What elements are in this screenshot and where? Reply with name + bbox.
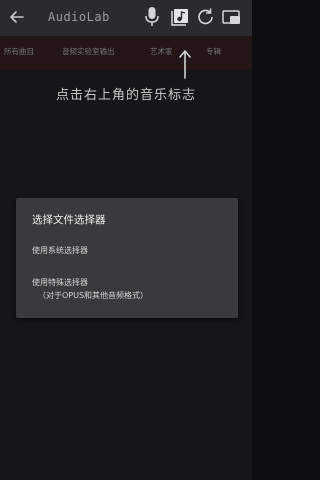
screen: AudioLab 所有曲目 音频实验室输出 艺术家 专辑 点击右上角的音乐标志 … xyxy=(0,0,252,480)
special-picker-note: （对于OPUS和其他音频格式） xyxy=(38,291,149,300)
refresh-icon[interactable] xyxy=(194,4,218,30)
cast-icon[interactable] xyxy=(220,4,244,30)
special-picker-option[interactable]: 使用特殊选择器 （对于OPUS和其他音频格式） xyxy=(32,276,148,302)
dialog-title: 选择文件选择器 xyxy=(32,214,106,226)
special-picker-label: 使用特殊选择器 xyxy=(32,278,88,287)
back-arrow-icon[interactable] xyxy=(6,6,28,28)
file-picker-dialog: 选择文件选择器 使用系统选择器 使用特殊选择器 （对于OPUS和其他音频格式） xyxy=(16,198,238,318)
system-picker-option[interactable]: 使用系统选择器 xyxy=(32,244,88,257)
top-app-bar: AudioLab xyxy=(0,0,252,36)
mic-icon[interactable] xyxy=(140,4,164,30)
app-title: AudioLab xyxy=(48,10,110,24)
system-picker-label: 使用系统选择器 xyxy=(32,246,88,255)
music-library-icon[interactable] xyxy=(168,4,192,30)
